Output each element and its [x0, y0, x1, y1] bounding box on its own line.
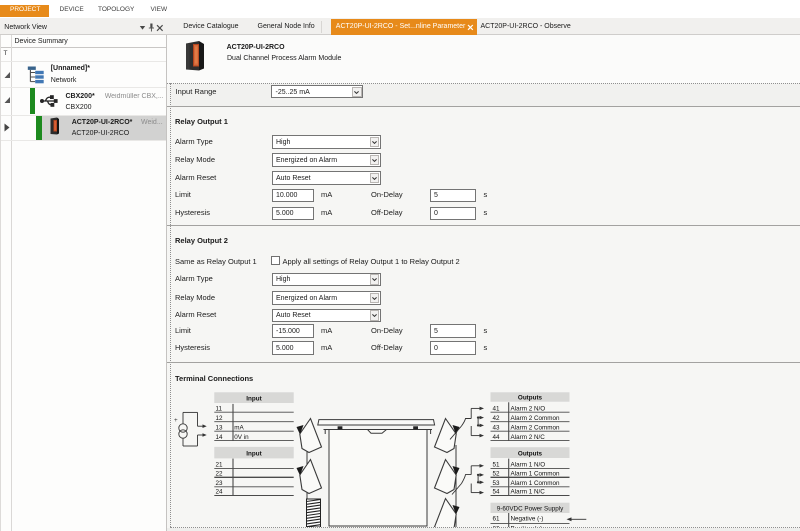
- svg-text:22: 22: [216, 471, 224, 478]
- svg-text:14: 14: [216, 434, 224, 441]
- svg-text:51: 51: [493, 462, 501, 469]
- svg-text:44: 44: [493, 434, 501, 441]
- svg-text:Outputs: Outputs: [518, 450, 543, 457]
- svg-text:41: 41: [493, 405, 501, 412]
- svg-text:53: 53: [493, 480, 501, 487]
- svg-text:mA: mA: [234, 424, 244, 431]
- svg-text:0V in: 0V in: [234, 434, 249, 441]
- svg-text:Positive (+): Positive (+): [511, 525, 543, 527]
- svg-text:23: 23: [216, 480, 224, 487]
- svg-text:Input: Input: [246, 451, 262, 458]
- svg-text:52: 52: [493, 471, 501, 478]
- svg-text:62: 62: [493, 525, 501, 527]
- svg-text:12: 12: [216, 415, 224, 422]
- svg-text:Negative (-): Negative (-): [511, 515, 544, 522]
- svg-text:Outputs: Outputs: [518, 395, 543, 402]
- svg-text:61: 61: [493, 515, 501, 522]
- svg-text:54: 54: [493, 489, 501, 496]
- svg-text:Alarm 2 N/O: Alarm 2 N/O: [511, 405, 546, 412]
- svg-text:24: 24: [216, 489, 224, 496]
- svg-text:Alarm 2 Common: Alarm 2 Common: [511, 415, 560, 422]
- svg-text:21: 21: [216, 462, 224, 469]
- svg-text:Alarm 1 N/O: Alarm 1 N/O: [511, 462, 546, 469]
- svg-text:Alarm 2 Common: Alarm 2 Common: [511, 424, 560, 431]
- svg-text:Alarm 2 N/C: Alarm 2 N/C: [511, 434, 546, 441]
- svg-text:Alarm 1 N/C: Alarm 1 N/C: [511, 489, 546, 496]
- svg-text:9-60VDC Power Supply: 9-60VDC Power Supply: [497, 506, 564, 513]
- svg-text:13: 13: [216, 424, 224, 431]
- svg-text:Alarm 1 Common: Alarm 1 Common: [511, 471, 560, 478]
- svg-text:43: 43: [493, 424, 501, 431]
- svg-text:Alarm 1 Common: Alarm 1 Common: [511, 480, 560, 487]
- svg-text:Input: Input: [246, 395, 262, 402]
- svg-text:42: 42: [493, 415, 501, 422]
- svg-text:+: +: [174, 417, 178, 424]
- svg-text:11: 11: [216, 405, 223, 412]
